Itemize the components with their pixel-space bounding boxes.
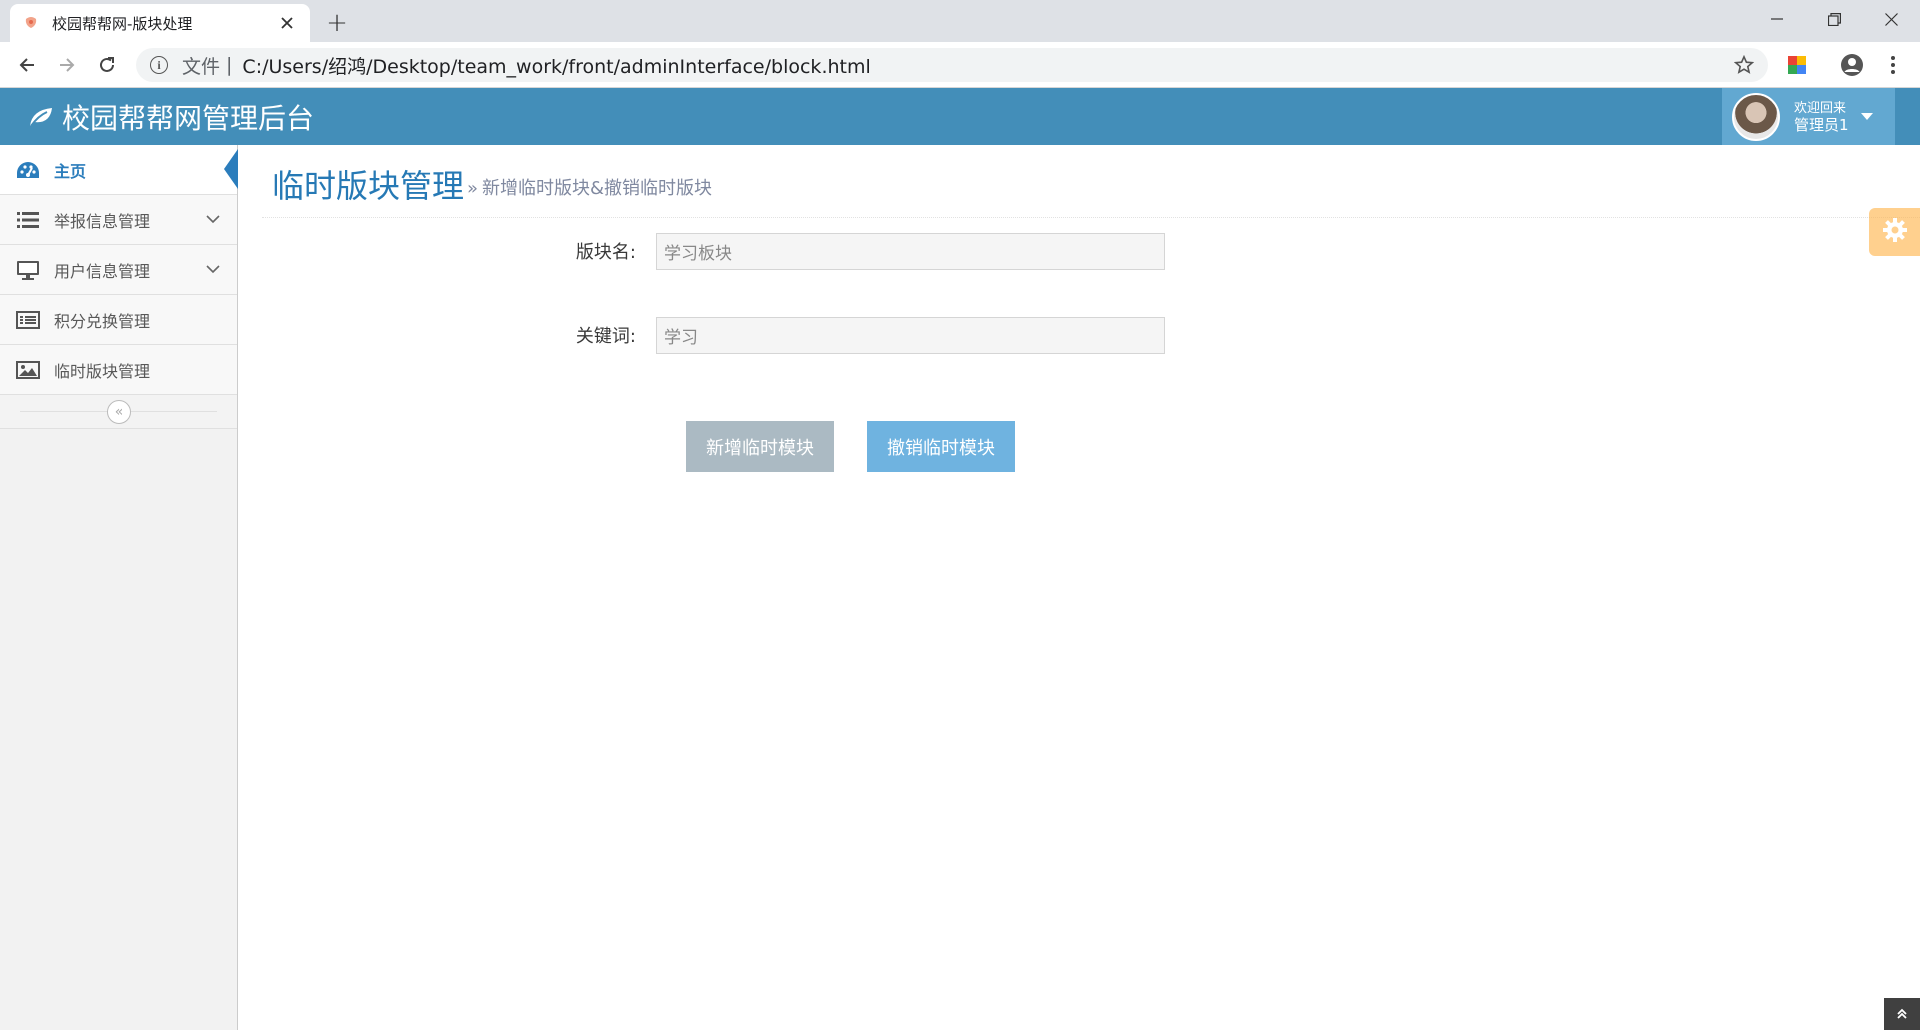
sidebar-item-points-exchange[interactable]: 积分兑换管理 (0, 295, 237, 345)
user-name: 管理员1 (1794, 115, 1849, 134)
block-name-input[interactable]: 学习板块 (656, 232, 1165, 270)
browser-tabstrip: 校园帮帮网-版块处理 + (0, 0, 1920, 42)
caret-down-icon (1860, 113, 1873, 120)
sidebar-item-label: 用户信息管理 (54, 261, 151, 281)
page-subtitle: » 新增临时版块&撤销临时版块 (467, 174, 712, 200)
site-favicon-icon (22, 14, 40, 32)
sidebar-item-temp-block[interactable]: 临时版块管理 (0, 345, 237, 395)
sidebar-item-user-info[interactable]: 用户信息管理 (0, 245, 237, 295)
browser-menu-icon[interactable] (1880, 52, 1906, 78)
tab-title: 校园帮帮网-版块处理 (52, 14, 193, 33)
dashboard-icon (16, 160, 40, 180)
address-bar[interactable]: i 文件 | C:/Users/绍鸿/Desktop/team_work/fro… (136, 48, 1768, 82)
block-name-row: 版块名: 学习板块 (560, 231, 1185, 271)
double-chevron-right-icon: » (467, 178, 479, 199)
new-tab-button[interactable]: + (322, 8, 352, 38)
close-window-icon[interactable] (1862, 0, 1920, 38)
double-chevron-up-icon (1896, 1005, 1908, 1024)
page-title: 临时版块管理 (272, 167, 465, 205)
url-separator: | (226, 54, 233, 76)
page-subtitle-text: 新增临时版块&撤销临时版块 (482, 178, 713, 199)
sidebar-item-label: 临时版块管理 (54, 361, 151, 381)
extension-icon[interactable] (1784, 52, 1810, 78)
url-text[interactable]: C:/Users/绍鸿/Desktop/team_work/front/admi… (242, 52, 870, 79)
block-name-label: 版块名: (575, 242, 636, 263)
keyword-row: 关键词: 学习 (560, 315, 1185, 355)
url-scheme-label: 文件 (182, 55, 221, 78)
picture-icon (16, 360, 40, 380)
user-text: 欢迎回来 管理员1 (1794, 100, 1849, 134)
user-menu[interactable]: 欢迎回来 管理员1 (1722, 88, 1895, 145)
back-arrow-icon[interactable] (11, 49, 43, 81)
sidebar-collapse-bar: « (0, 395, 237, 429)
settings-gear-button[interactable] (1869, 208, 1920, 256)
user-avatar (1732, 92, 1780, 141)
list-alt-icon (16, 310, 40, 330)
profile-account-icon[interactable] (1839, 52, 1865, 78)
reload-icon[interactable] (91, 49, 123, 81)
brand-logo[interactable]: 校园帮帮网管理后台 (28, 88, 314, 145)
sidebar-item-label: 主页 (54, 161, 87, 181)
page-header: 临时版块管理 » 新增临时版块&撤销临时版块 (262, 145, 1920, 218)
brand-title: 校园帮帮网管理后台 (62, 101, 315, 135)
forward-arrow-icon[interactable] (51, 49, 83, 81)
sidebar-item-home[interactable]: 主页 (0, 145, 238, 195)
browser-toolbar: i 文件 | C:/Users/绍鸿/Desktop/team_work/fro… (0, 42, 1920, 88)
chevron-down-icon (203, 210, 223, 230)
gear-icon (1882, 217, 1908, 247)
sidebar-item-label: 举报信息管理 (54, 211, 151, 231)
list-icon (16, 210, 40, 230)
restore-window-icon[interactable] (1805, 0, 1863, 38)
user-welcome-text: 欢迎回来 (1794, 100, 1847, 116)
sidebar-item-report-info[interactable]: 举报信息管理 (0, 195, 237, 245)
sidebar: 主页 举报信息管理 用户信息管理 积分兑换管理 临时版块管理 « (0, 145, 238, 1030)
minimize-window-icon[interactable] (1748, 0, 1806, 38)
scroll-to-top-button[interactable] (1884, 998, 1920, 1030)
desktop-icon (16, 260, 40, 280)
remove-temp-block-button[interactable]: 撤销临时模块 (867, 421, 1015, 472)
site-info-icon[interactable]: i (150, 56, 168, 74)
double-chevron-left-icon[interactable]: « (107, 400, 131, 424)
browser-tab[interactable]: 校园帮帮网-版块处理 (10, 4, 310, 42)
keyword-input[interactable]: 学习 (656, 316, 1165, 354)
sidebar-item-label: 积分兑换管理 (54, 311, 151, 331)
tab-close-icon[interactable] (276, 12, 298, 34)
leaf-icon (28, 106, 54, 128)
app-header: 校园帮帮网管理后台 欢迎回来 管理员1 (0, 88, 1920, 145)
add-temp-block-button[interactable]: 新增临时模块 (686, 421, 834, 472)
bookmark-star-icon[interactable] (1732, 53, 1756, 77)
chevron-down-icon (203, 260, 223, 280)
keyword-label: 关键词: (575, 326, 636, 347)
